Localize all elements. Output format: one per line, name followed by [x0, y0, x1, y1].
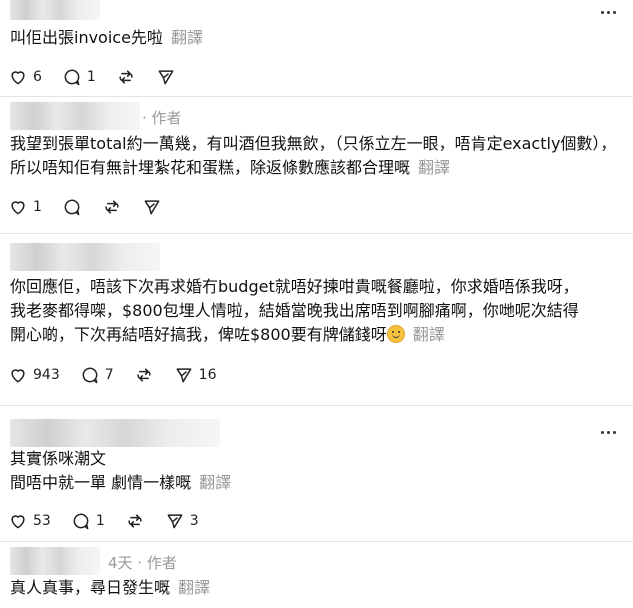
send-icon — [167, 514, 183, 529]
reply-count: 1 — [95, 513, 105, 529]
comment-icon — [73, 513, 89, 530]
heart-icon — [11, 201, 25, 215]
comment-icon — [64, 69, 80, 86]
comment-text: 其實係咪潮文 間唔中就一單 劇情一樣嘅 翻譯 — [10, 447, 620, 495]
comment-text: 你回應佢，唔該下次再求婚冇budget就唔好揀咁貴嘅餐廳啦，你求婚唔係我呀， 我… — [10, 275, 620, 347]
blurred-username — [10, 102, 140, 130]
like-button[interactable]: 1 — [8, 197, 42, 217]
repost-button[interactable] — [125, 511, 145, 531]
repost-button[interactable] — [102, 197, 122, 217]
comment-actions: 6 1 — [8, 65, 196, 89]
comment-icon — [82, 367, 98, 384]
like-count: 943 — [33, 367, 60, 383]
author-tag: · 作者 — [142, 109, 182, 127]
comment-body-line-2: 我老麥都得㗎，$800包埋人情啦，結婚當晚我出席唔到啊腳痛啊，你哋呢次結得 — [10, 301, 579, 320]
comment-actions: 1 — [8, 195, 182, 219]
share-button[interactable] — [142, 197, 162, 217]
comment-actions: 53 1 3 — [8, 509, 219, 533]
comment-icon — [64, 199, 80, 216]
divider — [0, 541, 633, 542]
comment-body: 真人真事，尋日發生嘅 — [10, 578, 171, 597]
like-count: 53 — [33, 513, 51, 529]
repost-button[interactable] — [134, 365, 154, 385]
divider — [0, 96, 633, 97]
reply-button[interactable]: 7 — [80, 365, 114, 385]
heart-icon — [11, 369, 25, 383]
blurred-username — [10, 243, 160, 271]
reply-button[interactable] — [62, 197, 82, 217]
like-count: 6 — [33, 69, 42, 85]
repost-icon — [128, 514, 142, 528]
heart-icon — [11, 515, 25, 529]
divider — [0, 405, 633, 406]
more-options-icon[interactable] — [601, 7, 619, 17]
repost-icon — [105, 200, 119, 214]
repost-icon — [137, 368, 151, 382]
blurred-username — [10, 547, 100, 575]
translate-link[interactable]: 翻譯 — [199, 473, 231, 492]
comment-body: 叫佢出張invoice先啦 — [10, 28, 163, 47]
like-count: 1 — [33, 199, 42, 215]
comment-body-line-3: 開心啲，下次再結唔好搞我，俾咗$800要有牌儲錢呀 — [10, 325, 387, 344]
translate-link[interactable]: 翻譯 — [178, 578, 210, 597]
share-button[interactable]: 3 — [165, 511, 199, 531]
share-button[interactable] — [156, 67, 176, 87]
translate-link[interactable]: 翻譯 — [413, 325, 445, 344]
like-button[interactable]: 6 — [8, 67, 42, 87]
like-button[interactable]: 53 — [8, 511, 51, 531]
comment-text: 我望到張單total約一萬幾，有叫酒但我無飲，（只係立左一眼，唔肯定exactl… — [10, 132, 620, 180]
share-count: 3 — [189, 513, 199, 529]
translate-link[interactable]: 翻譯 — [171, 28, 203, 47]
like-button[interactable]: 943 — [8, 365, 60, 385]
smile-emoji-icon — [386, 325, 405, 343]
comment-text: 叫佢出張invoice先啦 翻譯 — [10, 26, 620, 50]
reply-button[interactable]: 1 — [62, 67, 96, 87]
send-icon — [176, 368, 192, 383]
comment-body-line-1: 其實係咪潮文 — [10, 449, 107, 468]
repost-icon — [119, 70, 133, 84]
share-button[interactable]: 16 — [174, 365, 217, 385]
reply-count: 1 — [86, 69, 96, 85]
send-icon — [144, 200, 160, 215]
send-icon — [158, 70, 174, 85]
comment-text: 真人真事，尋日發生嘅 翻譯 — [10, 576, 620, 600]
heart-icon — [11, 71, 25, 85]
blurred-username — [10, 0, 100, 20]
reply-count: 7 — [104, 367, 114, 383]
comment-actions: 943 7 16 — [8, 363, 236, 387]
share-count: 16 — [198, 367, 217, 383]
blurred-username — [10, 419, 220, 447]
divider — [0, 233, 633, 234]
repost-button[interactable] — [116, 67, 136, 87]
translate-link[interactable]: 翻譯 — [418, 158, 450, 177]
comment-body: 我望到張單total約一萬幾，有叫酒但我無飲，（只係立左一眼，唔肯定exactl… — [10, 134, 617, 177]
time-author-tag: 4天 · 作者 — [108, 554, 177, 572]
reply-button[interactable]: 1 — [71, 511, 105, 531]
comment-body-line-2: 間唔中就一單 劇情一樣嘅 — [10, 473, 192, 492]
more-options-icon[interactable] — [601, 427, 619, 437]
comment-body-line-1: 你回應佢，唔該下次再求婚冇budget就唔好揀咁貴嘅餐廳啦，你求婚唔係我呀， — [10, 277, 579, 296]
